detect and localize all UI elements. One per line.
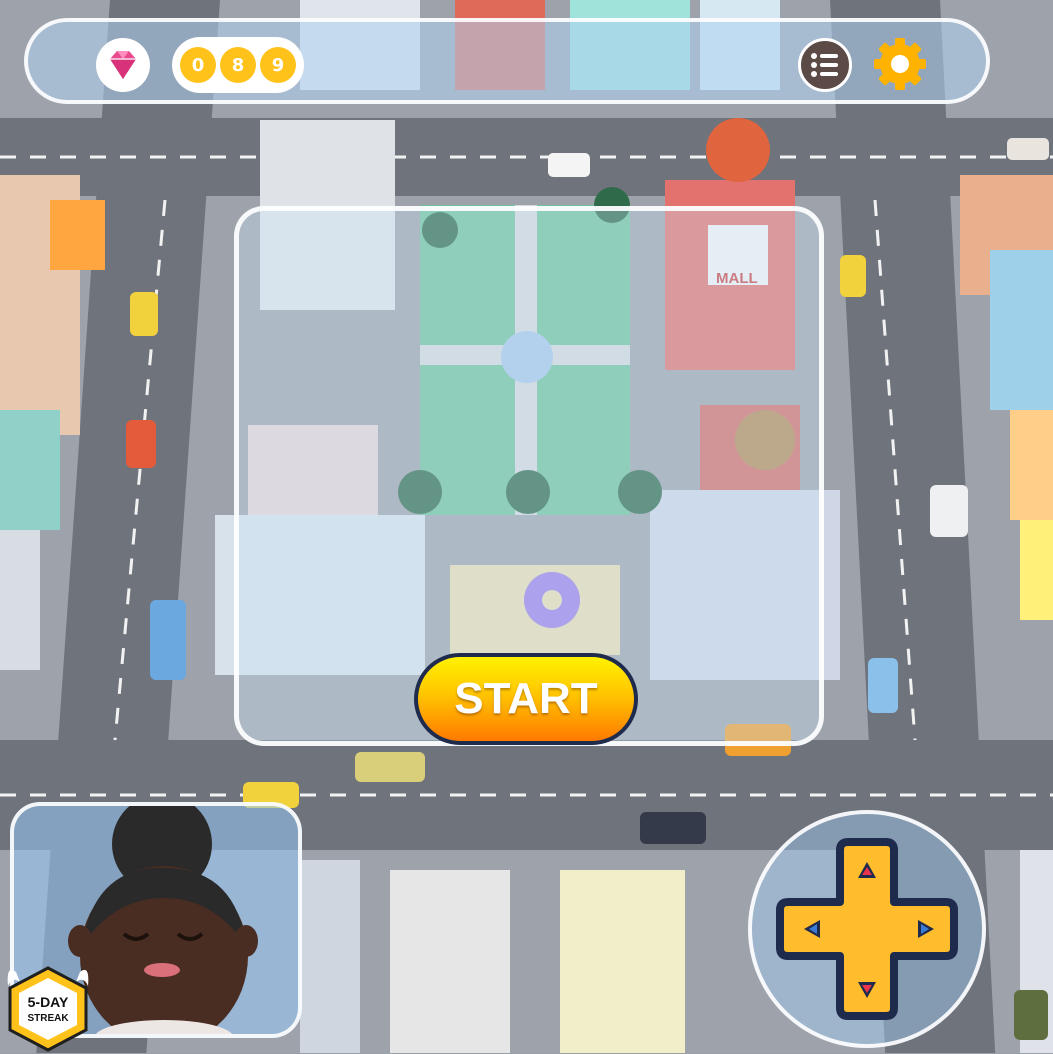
top-hud-bar: 0 8 9 — [24, 18, 990, 104]
arrow-down-icon — [858, 982, 876, 998]
dpad-down-button[interactable] — [852, 972, 882, 1008]
gear-icon — [874, 38, 926, 90]
arrow-right-icon — [918, 920, 934, 938]
streak-badge: 5-DAY STREAK — [2, 962, 94, 1054]
dpad-up-button[interactable] — [852, 852, 882, 888]
arrow-left-icon — [804, 920, 820, 938]
settings-button[interactable] — [870, 34, 930, 94]
dpad-left-button[interactable] — [794, 914, 830, 944]
counter-digit: 0 — [180, 47, 216, 83]
start-button[interactable]: START — [414, 653, 638, 745]
menu-button[interactable] — [798, 38, 852, 92]
currency-counter: 0 8 9 — [172, 37, 304, 93]
dpad-icon — [776, 838, 958, 1020]
dpad-control[interactable] — [748, 810, 986, 1048]
streak-label: STREAK — [27, 1013, 69, 1024]
list-menu-icon — [811, 53, 838, 77]
arrow-up-icon — [858, 862, 876, 878]
counter-digit: 8 — [220, 47, 256, 83]
streak-days-label: 5-DAY — [27, 994, 69, 1010]
diamond-gem-icon — [110, 51, 136, 79]
dpad-right-button[interactable] — [908, 914, 944, 944]
gem-button[interactable] — [96, 38, 150, 92]
counter-digit: 9 — [260, 47, 296, 83]
